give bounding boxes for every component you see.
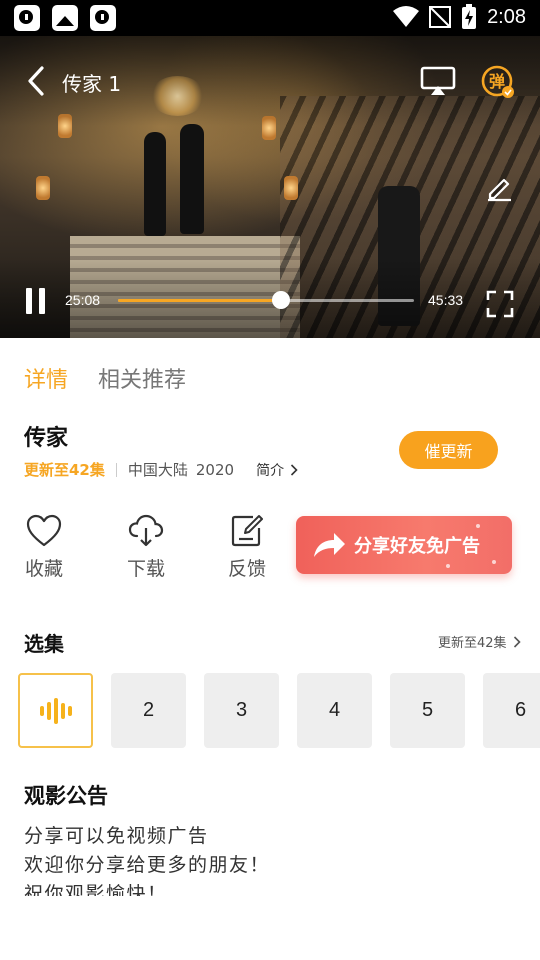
tab-recommendations[interactable]: 相关推荐 [98, 362, 186, 394]
notice-title: 观影公告 [24, 784, 108, 808]
episode-item[interactable]: 6 [483, 673, 540, 748]
current-time: 25:08 [65, 292, 101, 308]
video-frame-lamp [284, 176, 298, 200]
intro-label: 简介 [256, 462, 285, 479]
danmu-toggle-button[interactable]: 弹 [480, 64, 516, 100]
video-frame-figure [144, 132, 166, 236]
favorite-button[interactable]: 收藏 [14, 514, 74, 581]
update-status: 更新至42集 [24, 461, 105, 479]
cloud-download-icon [128, 514, 164, 547]
decor-dot [492, 560, 496, 564]
no-signal-icon [429, 6, 452, 28]
danmu-icon: 弹 [481, 65, 514, 98]
download-button[interactable]: 下载 [116, 514, 176, 581]
danmu-label: 弹 [489, 72, 505, 91]
chevron-right-icon [291, 463, 298, 476]
wifi-icon [393, 6, 420, 27]
episode-list: 2 3 4 5 6 [18, 673, 540, 749]
share-arrow-icon [314, 533, 345, 557]
heart-icon [26, 514, 62, 547]
episode-item[interactable]: 3 [204, 673, 279, 748]
progress-fill [118, 299, 281, 302]
video-frame-figure [180, 124, 204, 234]
episodes-more-label: 更新至42集 [438, 636, 507, 651]
progress-bar[interactable] [118, 291, 414, 309]
episode-1-playing[interactable] [18, 673, 93, 748]
tab-details[interactable]: 详情 [24, 362, 68, 394]
pause-bar-icon [26, 288, 32, 314]
back-arrow-icon[interactable] [22, 64, 52, 98]
status-bar: 2:08 [0, 0, 540, 36]
detail-tabs: 详情 相关推荐 [24, 362, 186, 394]
video-title: 传家 1 [62, 72, 122, 96]
notice-line: 分享可以免视频广告 [24, 825, 209, 847]
pause-bar-icon [39, 288, 45, 314]
feedback-label: 反馈 [227, 558, 266, 580]
progress-thumb[interactable] [271, 291, 290, 309]
playing-wave-icon [39, 697, 72, 724]
notification-icons [14, 5, 116, 31]
download-label: 下载 [126, 558, 165, 580]
decor-dot [476, 524, 480, 528]
episode-item[interactable]: 2 [111, 673, 186, 748]
intro-link[interactable]: 简介 [256, 460, 298, 480]
show-title: 传家 [24, 426, 69, 451]
clock-time: 2:08 [487, 5, 526, 28]
favorite-label: 收藏 [24, 558, 63, 580]
feedback-button[interactable]: 反馈 [217, 514, 277, 581]
chevron-right-icon [513, 635, 521, 648]
pause-button[interactable] [26, 288, 52, 316]
notice-line: 祝你观影愉快！ [24, 883, 168, 896]
video-player[interactable]: 传家 1 弹 25:08 45:33 [0, 36, 540, 338]
episode-item[interactable]: 4 [297, 673, 372, 748]
clock-notification-icon [90, 5, 116, 31]
show-meta: 更新至42集 中国大陆 2020 简介 [24, 459, 298, 480]
image-notification-icon [52, 5, 78, 31]
total-time: 45:33 [428, 292, 464, 308]
share-ad-free-banner[interactable]: 分享好友免广告 [296, 516, 512, 574]
fullscreen-icon[interactable] [486, 290, 514, 318]
episodes-header: 选集 [24, 632, 64, 656]
notice-body: 分享可以免视频广告 欢迎你分享给更多的朋友！ 祝你观影愉快！ [24, 822, 504, 896]
region: 中国大陆 [127, 461, 188, 479]
video-frame-lamp [36, 176, 50, 200]
year: 2020 [195, 460, 235, 479]
episode-item[interactable]: 5 [390, 673, 465, 748]
notice-line: 欢迎你分享给更多的朋友！ [24, 854, 271, 876]
share-banner-label: 分享好友免广告 [354, 536, 480, 557]
system-icons: 2:08 [393, 4, 526, 30]
episodes-more-link[interactable]: 更新至42集 [438, 632, 521, 651]
meta-divider [115, 462, 117, 477]
clock-notification-icon [14, 5, 40, 31]
decor-dot [446, 564, 450, 568]
urge-update-button[interactable]: 催更新 [399, 431, 498, 469]
edit-pencil-icon[interactable] [484, 172, 514, 202]
cast-screen-icon[interactable] [420, 66, 456, 96]
feedback-edit-icon [231, 515, 263, 547]
battery-charging-icon [462, 4, 477, 29]
